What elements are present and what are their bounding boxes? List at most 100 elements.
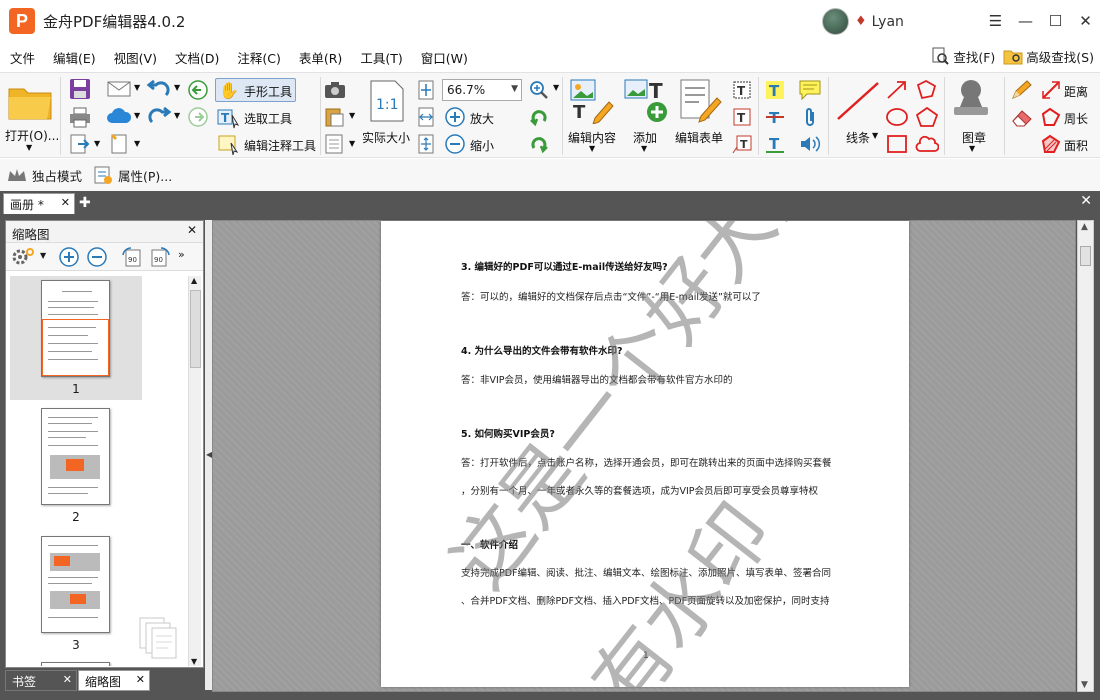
- menu-comment[interactable]: 注释(C): [237, 48, 280, 67]
- page-layout-icon[interactable]: [323, 133, 347, 155]
- document-scroll-thumb[interactable]: [1080, 246, 1091, 266]
- doc-scroll-down-icon[interactable]: ▼: [1081, 680, 1088, 690]
- menu-tools[interactable]: 工具(T): [360, 48, 402, 67]
- polygon-line-icon[interactable]: [915, 79, 939, 101]
- open-label[interactable]: 打开(O)...: [5, 127, 59, 144]
- edit-content-dropdown-icon[interactable]: ▼: [589, 144, 595, 153]
- pencil-icon[interactable]: [1010, 79, 1034, 101]
- close-all-tabs-icon[interactable]: ✕: [1080, 193, 1092, 209]
- exclusive-mode-button[interactable]: 独占模式: [6, 166, 82, 185]
- tab-close-icon[interactable]: ✕: [61, 196, 70, 209]
- minimize-button[interactable]: —: [1011, 6, 1040, 36]
- tab-document[interactable]: 画册 * ✕: [3, 193, 75, 214]
- rectangle-shape-icon[interactable]: [885, 133, 909, 155]
- rotate-counterclockwise-icon[interactable]: [528, 106, 550, 128]
- properties-button[interactable]: 属性(P)...: [92, 165, 172, 185]
- magnifier-icon[interactable]: [528, 79, 550, 101]
- actual-size-label[interactable]: 实际大小: [362, 129, 410, 146]
- zoom-out-label[interactable]: 缩小: [470, 137, 494, 154]
- user-area[interactable]: ♦ Lyan: [822, 8, 904, 35]
- cloud-dropdown-icon[interactable]: ▼: [134, 111, 140, 120]
- magnifier-dropdown-icon[interactable]: ▼: [553, 83, 559, 92]
- ellipse-shape-icon[interactable]: [885, 106, 909, 128]
- perimeter-icon[interactable]: [1040, 106, 1062, 128]
- document-view[interactable]: 3. 编辑好的PDF可以通过E-mail传送给好友吗? 答：可以的，编辑好的文档…: [212, 220, 1076, 692]
- eraser-icon[interactable]: [1010, 106, 1034, 128]
- strikeout-text-icon[interactable]: T: [764, 106, 786, 128]
- zoom-in-icon[interactable]: [444, 106, 466, 128]
- fit-width-icon[interactable]: [415, 106, 437, 128]
- thumbnail-page-1[interactable]: [41, 280, 110, 377]
- fit-visible-icon[interactable]: [415, 133, 437, 155]
- export-icon[interactable]: [68, 133, 92, 155]
- attachment-icon[interactable]: [798, 106, 822, 128]
- menu-document[interactable]: 文档(D): [175, 48, 219, 67]
- select-tool-label[interactable]: 选取工具: [244, 110, 292, 127]
- undo-icon[interactable]: [146, 79, 172, 101]
- menu-icon[interactable]: ☰: [981, 6, 1010, 36]
- edit-content-icon[interactable]: T: [569, 78, 617, 124]
- find-button[interactable]: 查找(F): [930, 46, 995, 66]
- close-button[interactable]: ✕: [1071, 6, 1100, 36]
- print-icon[interactable]: [68, 106, 92, 128]
- zoom-dropdown-icon[interactable]: ▼: [511, 84, 518, 94]
- add-content-icon[interactable]: T: [623, 78, 671, 124]
- panel-close-icon[interactable]: ✕: [187, 223, 197, 237]
- avatar[interactable]: [822, 8, 849, 35]
- text-box-icon[interactable]: T: [731, 79, 753, 101]
- thumbnail-page-4[interactable]: [41, 662, 110, 666]
- edit-annotation-icon[interactable]: [217, 133, 241, 155]
- area-icon[interactable]: [1040, 133, 1062, 155]
- rotate-left-90-icon[interactable]: 90: [120, 245, 144, 269]
- fit-page-icon[interactable]: [415, 79, 437, 101]
- new-dropdown-icon[interactable]: ▼: [134, 139, 140, 148]
- menu-form[interactable]: 表单(R): [299, 48, 342, 67]
- open-dropdown-icon[interactable]: ▼: [26, 143, 32, 152]
- cloud-icon[interactable]: [106, 105, 132, 127]
- doc-scroll-up-icon[interactable]: ▲: [1081, 222, 1088, 232]
- pdf-page[interactable]: 3. 编辑好的PDF可以通过E-mail传送给好友吗? 答：可以的，编辑好的文档…: [381, 221, 909, 687]
- underline-text-icon[interactable]: T: [764, 133, 786, 155]
- redo-icon[interactable]: [146, 106, 172, 128]
- rotate-right-90-icon[interactable]: 90: [148, 245, 172, 269]
- panel-splitter[interactable]: ◀: [205, 220, 212, 690]
- more-tools-icon[interactable]: »: [178, 248, 185, 261]
- select-text-icon[interactable]: T: [217, 107, 241, 129]
- settings-dropdown-icon[interactable]: ▼: [40, 251, 46, 260]
- export-dropdown-icon[interactable]: ▼: [94, 139, 100, 148]
- thumbnail-page-2[interactable]: [41, 408, 110, 505]
- line-dropdown-icon[interactable]: ▼: [872, 131, 878, 140]
- perimeter-label[interactable]: 周长: [1064, 110, 1088, 127]
- pentagon-shape-icon[interactable]: [915, 106, 939, 128]
- menu-window[interactable]: 窗口(W): [421, 48, 468, 67]
- advanced-find-button[interactable]: 高级查找(S): [1003, 46, 1094, 66]
- edit-annotation-tool-label[interactable]: 编辑注释工具: [244, 137, 316, 154]
- new-document-icon[interactable]: [106, 133, 132, 155]
- text-field-icon[interactable]: T: [731, 106, 753, 128]
- tab-bookmarks-close-icon[interactable]: ✕: [63, 673, 72, 686]
- menu-view[interactable]: 视图(V): [114, 48, 157, 67]
- actual-size-icon[interactable]: 1:1: [367, 79, 407, 123]
- redo-dropdown-icon[interactable]: ▼: [174, 111, 180, 120]
- sound-icon[interactable]: [798, 133, 822, 155]
- menu-file[interactable]: 文件: [10, 48, 35, 67]
- menu-edit[interactable]: 编辑(E): [53, 48, 96, 67]
- arrow-shape-icon[interactable]: [885, 79, 909, 101]
- document-scrollbar[interactable]: ▲ ▼: [1077, 220, 1094, 692]
- tab-bookmarks[interactable]: 书签 ✕: [5, 670, 77, 691]
- stamp-dropdown-icon[interactable]: ▼: [969, 144, 975, 153]
- thumbnail-page-3[interactable]: [41, 536, 110, 633]
- user-name[interactable]: Lyan: [872, 14, 904, 30]
- line-icon[interactable]: [834, 79, 882, 123]
- email-dropdown-icon[interactable]: ▼: [134, 83, 140, 92]
- email-icon[interactable]: [106, 79, 132, 99]
- scroll-down-icon[interactable]: ▼: [191, 657, 197, 666]
- note-comment-icon[interactable]: [798, 79, 822, 101]
- camera-icon[interactable]: [323, 79, 347, 101]
- add-dropdown-icon[interactable]: ▼: [641, 144, 647, 153]
- scroll-up-icon[interactable]: ▲: [191, 276, 197, 285]
- rotate-clockwise-icon[interactable]: [528, 133, 550, 155]
- thumbnail-scrollbar[interactable]: ▲ ▼: [188, 276, 201, 666]
- edit-form-icon[interactable]: [677, 78, 725, 124]
- thumbnail-scroll-thumb[interactable]: [190, 290, 201, 368]
